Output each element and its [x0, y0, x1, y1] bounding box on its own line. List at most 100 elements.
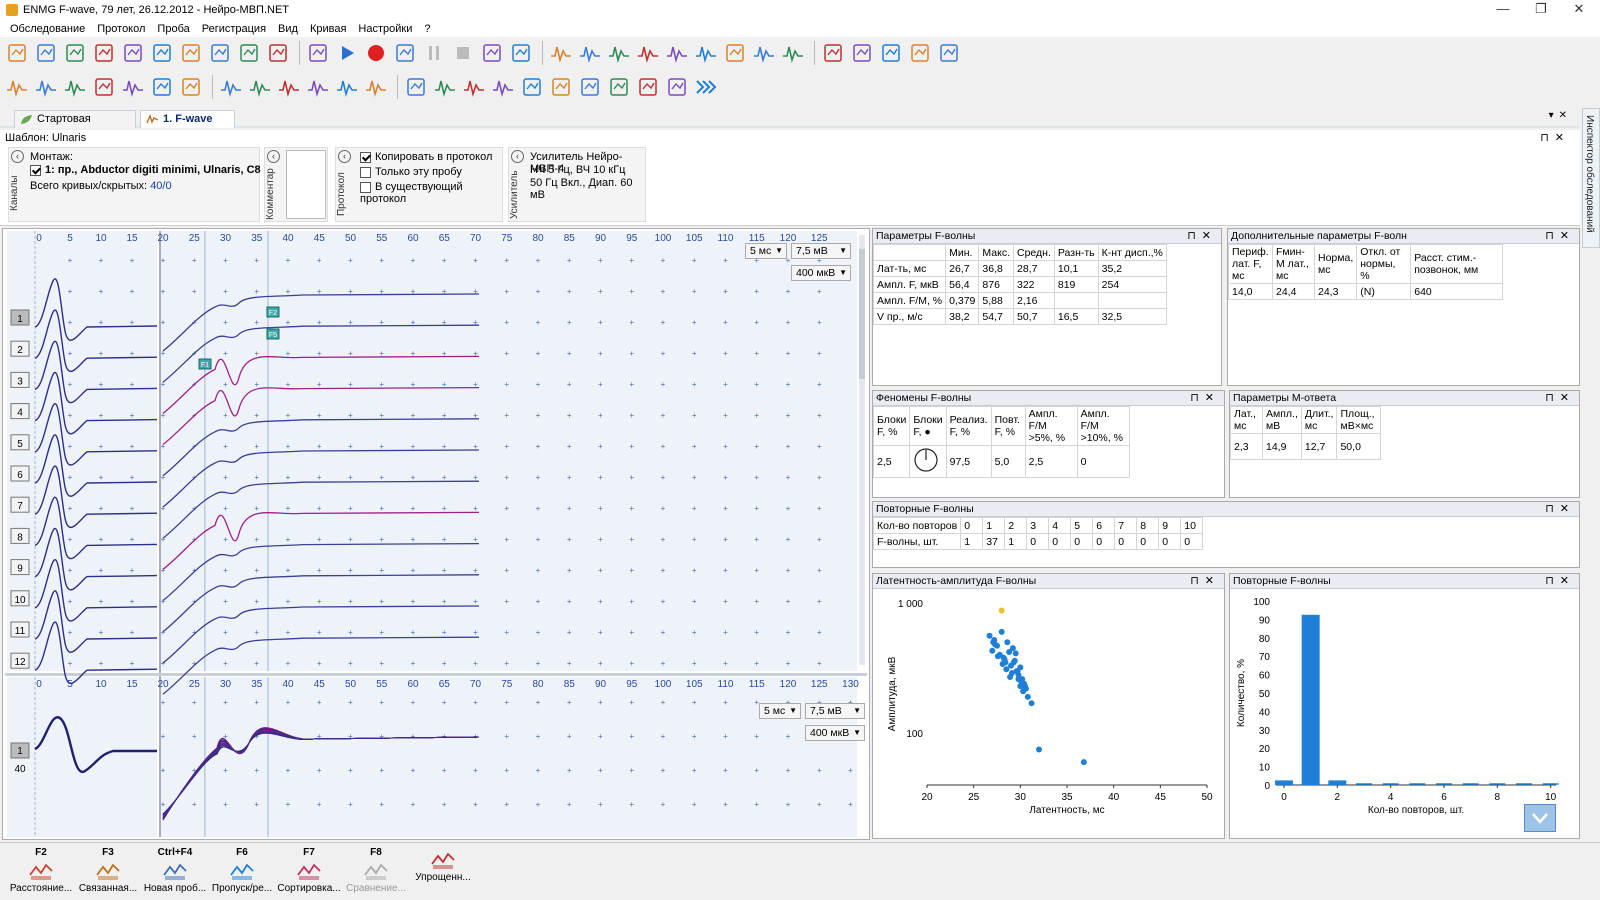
fkey-f8[interactable]: F8 Сравнение...	[343, 847, 409, 894]
collapse-comment-button[interactable]: ‹	[267, 150, 280, 163]
scroll-down-button[interactable]	[1524, 804, 1556, 832]
fkey-simplified[interactable]: Упрощенн...	[410, 847, 476, 883]
menu-registration[interactable]: Регистрация	[196, 23, 272, 35]
br-button[interactable]	[403, 74, 429, 100]
chart-button[interactable]	[936, 40, 962, 66]
signals-scroll-thumb[interactable]	[859, 249, 865, 379]
panel-controls[interactable]: ⊓✕	[1187, 229, 1217, 243]
menu-settings[interactable]: Настройки	[352, 23, 418, 35]
window-copy-button[interactable]	[849, 40, 875, 66]
save-button[interactable]	[33, 40, 59, 66]
brain-c-button[interactable]	[577, 74, 603, 100]
tab-fwave[interactable]: 1. F-wave пр.	[140, 110, 235, 142]
arrow-right-wave-button[interactable]	[751, 40, 777, 66]
stop-hand-button[interactable]	[392, 40, 418, 66]
wave-view-button[interactable]	[548, 40, 574, 66]
new-exam-button[interactable]	[4, 40, 30, 66]
signals-canvas[interactable]: 0 5 10 15 20 25 30 35 40 45 50 55 60 65 70 75 80 85 90 95 10…	[3, 229, 869, 839]
pause-button[interactable]	[421, 40, 447, 66]
menu-curve[interactable]: Кривая	[304, 23, 352, 35]
wave-g-button[interactable]	[432, 74, 458, 100]
panel-controls[interactable]: ⊓✕	[1190, 391, 1220, 405]
menu-help[interactable]: ?	[418, 23, 436, 35]
wave-e-button[interactable]	[334, 74, 360, 100]
m-alt-button[interactable]	[149, 74, 175, 100]
f-wave-button[interactable]	[62, 74, 88, 100]
marker-F2[interactable]: F2	[266, 306, 280, 318]
wave-c-button[interactable]	[276, 74, 302, 100]
panel-controls[interactable]: ⊓✕	[1190, 574, 1220, 588]
existing-protocol-checkbox[interactable]	[360, 181, 371, 193]
protocol-button[interactable]	[236, 40, 262, 66]
panel-controls[interactable]: ⊓✕	[1545, 229, 1575, 243]
wave-d-button[interactable]	[305, 74, 331, 100]
m-probe-button[interactable]	[91, 74, 117, 100]
stop-button[interactable]	[450, 40, 476, 66]
h-wave-button[interactable]	[120, 74, 146, 100]
cursor-button[interactable]	[577, 40, 603, 66]
forward-button[interactable]	[907, 40, 933, 66]
fkey-f3[interactable]: F3 Связанная...	[75, 847, 141, 894]
multi-cursor-button[interactable]	[606, 40, 632, 66]
baseline-button[interactable]	[635, 40, 661, 66]
collapse-amplifier-button[interactable]: ‹	[511, 150, 524, 163]
m-wave-button[interactable]	[4, 74, 30, 100]
wave-f-button[interactable]	[363, 74, 389, 100]
existing-protocol-option[interactable]: В существующий протокол	[360, 181, 502, 205]
wave-b-button[interactable]	[247, 74, 273, 100]
tab-bar-controls[interactable]: ▾✕	[1549, 110, 1572, 121]
copy-to-protocol-option[interactable]: Копировать в протокол	[360, 151, 492, 163]
montage-checkbox[interactable]	[30, 164, 41, 176]
tab-start-page[interactable]: Стартовая страница	[14, 110, 136, 142]
clear-button[interactable]	[479, 40, 505, 66]
collapse-protocol-button[interactable]: ‹	[338, 150, 351, 163]
fkey-ctrl-f4[interactable]: Ctrl+F4 Новая проб...	[142, 847, 208, 894]
overlay-amp-scale-select[interactable]: 7,5 мВ	[805, 703, 865, 719]
open-button[interactable]	[120, 40, 146, 66]
overlay-time-scale-select[interactable]: 5 мс	[759, 703, 801, 719]
back-button[interactable]	[878, 40, 904, 66]
montage-item[interactable]: 1: пр., Abductor digiti minimi, Ulnaris,…	[30, 164, 277, 176]
minimize-button[interactable]: —	[1486, 0, 1520, 20]
panel-controls[interactable]: ⊓✕	[1545, 574, 1575, 588]
menu-probe[interactable]: Проба	[151, 23, 195, 35]
amplitude-button[interactable]	[664, 40, 690, 66]
fkey-f2[interactable]: F2 Расстояние...	[8, 847, 74, 894]
amp-scale2-select[interactable]: 400 мкВ	[791, 265, 851, 281]
panel-controls[interactable]: ⊓✕	[1545, 391, 1575, 405]
collapse-channels-button[interactable]: ‹	[11, 150, 24, 163]
brain-a-button[interactable]	[519, 74, 545, 100]
monitor-button[interactable]	[305, 40, 331, 66]
close-button[interactable]: ✕	[1562, 0, 1596, 20]
wave-button[interactable]	[693, 40, 719, 66]
fast-forward-button[interactable]	[693, 74, 719, 100]
record-button[interactable]	[363, 40, 389, 66]
fkey-f6[interactable]: F6 Пропуск/ре...	[209, 847, 275, 894]
comment-input[interactable]	[286, 150, 326, 219]
sound-button[interactable]	[508, 40, 534, 66]
only-this-probe-checkbox[interactable]	[360, 166, 371, 178]
window-button[interactable]	[820, 40, 846, 66]
wave-h-button[interactable]	[461, 74, 487, 100]
menu-exam[interactable]: Обследование	[4, 23, 91, 35]
muscle-b-button[interactable]	[635, 74, 661, 100]
settings-button[interactable]	[178, 40, 204, 66]
inspector-tab[interactable]: Инспектор обследований	[1582, 108, 1600, 248]
amp-scale-select[interactable]: 7,5 мВ	[791, 243, 851, 259]
menu-view[interactable]: Вид	[272, 23, 304, 35]
muscle-c-button[interactable]	[664, 74, 690, 100]
only-this-probe-option[interactable]: Только эту пробу	[360, 166, 462, 178]
time-scale-select[interactable]: 5 мс	[745, 243, 787, 259]
overlay-amp-scale2-select[interactable]: 400 мкВ	[805, 725, 865, 741]
print-button[interactable]	[91, 40, 117, 66]
copy-to-protocol-checkbox[interactable]	[360, 151, 371, 163]
user-button[interactable]	[207, 40, 233, 66]
play-button[interactable]	[334, 40, 360, 66]
wave-a-button[interactable]	[218, 74, 244, 100]
marker-F1[interactable]: F1	[198, 358, 212, 370]
report-button[interactable]	[265, 40, 291, 66]
maximize-button[interactable]: ❐	[1524, 0, 1558, 20]
fkey-f7[interactable]: F7 Сортировка...	[276, 847, 342, 894]
menu-protocol[interactable]: Протокол	[91, 23, 151, 35]
wave-i-button[interactable]	[490, 74, 516, 100]
